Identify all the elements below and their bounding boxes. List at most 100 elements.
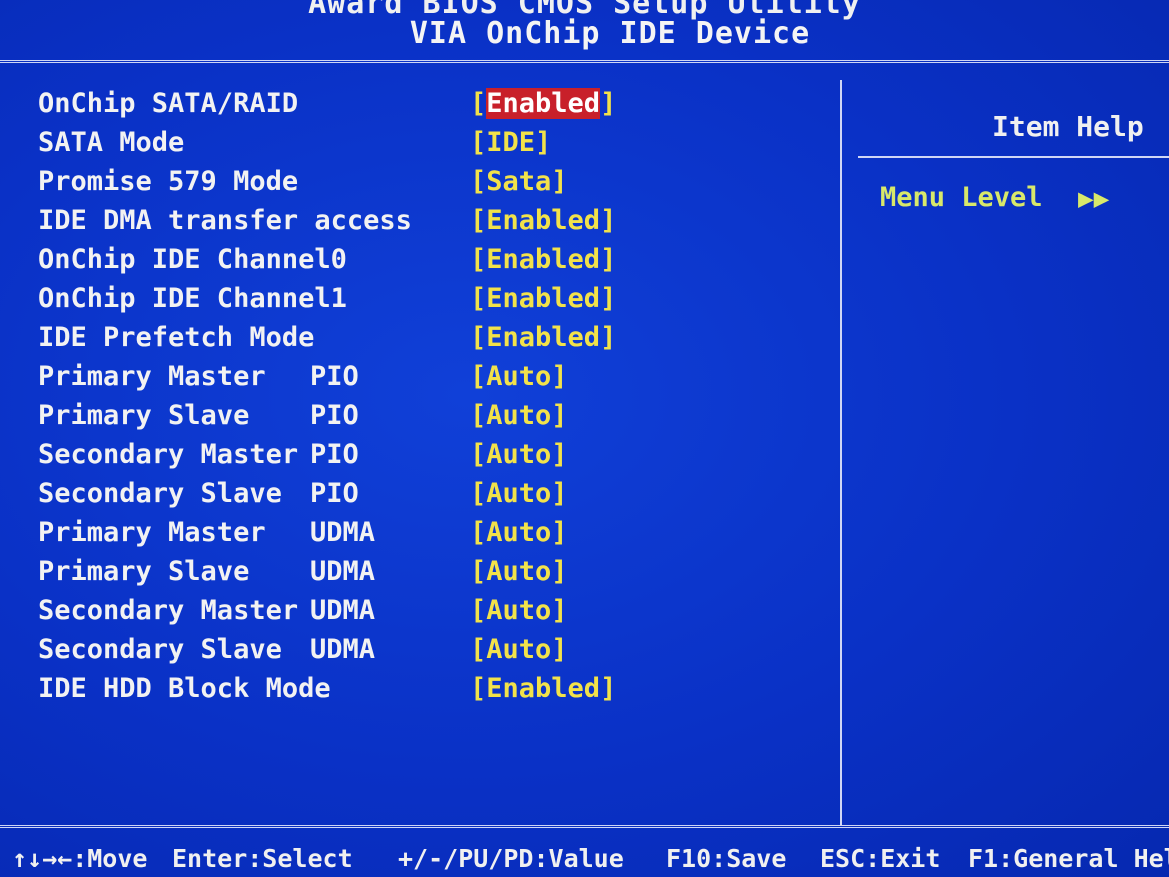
value-bracket-close: ] bbox=[551, 595, 568, 626]
setting-value[interactable]: [Enabled] bbox=[470, 322, 616, 353]
value-bracket-close: ] bbox=[551, 556, 568, 587]
page-title: VIA OnChip IDE Device bbox=[409, 16, 811, 51]
value-bracket-open: [ bbox=[470, 400, 487, 431]
footer-help: F1:General Help bbox=[968, 844, 1169, 873]
setting-value[interactable]: [Auto] bbox=[470, 517, 568, 548]
setting-value[interactable]: [Enabled] bbox=[470, 88, 616, 119]
setting-value[interactable]: [Auto] bbox=[470, 439, 568, 470]
menu-level-label: Menu Level bbox=[880, 182, 1043, 213]
setting-label: Secondary Slave bbox=[38, 634, 282, 665]
footer-exit: ESC:Exit bbox=[820, 844, 941, 873]
value-text: Auto bbox=[486, 478, 552, 509]
setting-label: OnChip IDE Channel1 bbox=[38, 283, 347, 314]
value-bracket-close: ] bbox=[600, 244, 617, 275]
setting-row[interactable]: Secondary Slave PIO [Auto] bbox=[38, 478, 638, 514]
value-bracket-open: [ bbox=[470, 673, 487, 704]
value-bracket-open: [ bbox=[470, 634, 487, 665]
setting-row[interactable]: OnChip IDE Channel0 [Enabled] bbox=[38, 244, 638, 280]
setting-label: OnChip IDE Channel0 bbox=[38, 244, 347, 275]
value-bracket-open: [ bbox=[470, 439, 487, 470]
setting-row[interactable]: Promise 579 Mode [Sata] bbox=[38, 166, 638, 202]
value-bracket-close: ] bbox=[535, 127, 552, 158]
setting-value[interactable]: [IDE] bbox=[470, 127, 551, 158]
setting-mode-suffix: PIO bbox=[310, 400, 359, 431]
value-bracket-close: ] bbox=[551, 517, 568, 548]
setting-value[interactable]: [Auto] bbox=[470, 478, 568, 509]
bios-screen: Award BIOS CMOS Setup Utility VIA OnChip… bbox=[0, 0, 1169, 877]
value-bracket-open: [ bbox=[470, 361, 487, 392]
value-bracket-open: [ bbox=[470, 556, 487, 587]
setting-value[interactable]: [Enabled] bbox=[470, 244, 616, 275]
setting-mode-suffix: UDMA bbox=[310, 634, 376, 665]
setting-mode-suffix: PIO bbox=[310, 439, 359, 470]
setting-mode-suffix: UDMA bbox=[310, 517, 376, 548]
value-bracket-close: ] bbox=[551, 634, 568, 665]
value-text: Enabled bbox=[486, 322, 601, 353]
value-bracket-open: [ bbox=[470, 166, 487, 197]
setting-value[interactable]: [Enabled] bbox=[470, 673, 616, 704]
selected-value-text: Enabled bbox=[486, 88, 601, 119]
value-text: Auto bbox=[486, 595, 552, 626]
value-text: Enabled bbox=[486, 205, 601, 236]
value-bracket-close: ] bbox=[551, 478, 568, 509]
setting-value[interactable]: [Auto] bbox=[470, 400, 568, 431]
footer-move: ↑↓→←:Move bbox=[12, 844, 148, 873]
help-divider bbox=[858, 156, 1169, 158]
setting-label: IDE Prefetch Mode bbox=[38, 322, 315, 353]
panel-divider bbox=[840, 80, 842, 825]
value-bracket-close: ] bbox=[551, 439, 568, 470]
value-text: Auto bbox=[486, 517, 552, 548]
footer-save: F10:Save bbox=[666, 844, 787, 873]
setting-value[interactable]: [Auto] bbox=[470, 595, 568, 626]
setting-mode-suffix: UDMA bbox=[310, 556, 376, 587]
footer-value: +/-/PU/PD:Value bbox=[398, 844, 624, 873]
value-bracket-close: ] bbox=[551, 361, 568, 392]
setting-row[interactable]: OnChip IDE Channel1 [Enabled] bbox=[38, 283, 638, 319]
value-bracket-open: [ bbox=[470, 283, 487, 314]
value-text: Sata bbox=[486, 166, 552, 197]
value-text: Auto bbox=[486, 400, 552, 431]
value-text: Enabled bbox=[486, 283, 601, 314]
setting-row[interactable]: Primary Master UDMA [Auto] bbox=[38, 517, 638, 553]
setting-row[interactable]: Primary Master PIO [Auto] bbox=[38, 361, 638, 397]
value-bracket-close: ] bbox=[600, 283, 617, 314]
setting-row[interactable]: Primary Slave PIO [Auto] bbox=[38, 400, 638, 436]
value-bracket-open: [ bbox=[470, 244, 487, 275]
setting-row[interactable]: OnChip SATA/RAID [Enabled] bbox=[38, 88, 638, 124]
footer-keys: ↑↓→←:Move Enter:Select +/-/PU/PD:Value F… bbox=[0, 838, 1169, 877]
setting-value[interactable]: [Enabled] bbox=[470, 283, 616, 314]
setting-row[interactable]: SATA Mode [IDE] bbox=[38, 127, 638, 163]
setting-value[interactable]: [Enabled] bbox=[470, 205, 616, 236]
setting-row[interactable]: Secondary Master UDMA [Auto] bbox=[38, 595, 638, 631]
setting-label: OnChip SATA/RAID bbox=[38, 88, 299, 119]
value-bracket-open: [ bbox=[470, 205, 487, 236]
setting-row[interactable]: IDE DMA transfer access [Enabled] bbox=[38, 205, 638, 241]
value-bracket-open: [ bbox=[470, 595, 487, 626]
setting-label: IDE DMA transfer access bbox=[38, 205, 412, 236]
setting-row[interactable]: Secondary Master PIO [Auto] bbox=[38, 439, 638, 475]
item-help-title: Item Help bbox=[992, 110, 1144, 143]
setting-value[interactable]: [Auto] bbox=[470, 556, 568, 587]
value-bracket-open: [ bbox=[470, 478, 487, 509]
setting-row[interactable]: IDE Prefetch Mode [Enabled] bbox=[38, 322, 638, 358]
setting-row[interactable]: Primary Slave UDMA [Auto] bbox=[38, 556, 638, 592]
setting-row[interactable]: IDE HDD Block Mode [Enabled] bbox=[38, 673, 638, 709]
value-bracket-open: [ bbox=[470, 517, 487, 548]
menu-level-arrows-icon: ▶▶ bbox=[1078, 184, 1110, 214]
setting-row[interactable]: Secondary Slave UDMA [Auto] bbox=[38, 634, 638, 670]
value-bracket-close: ] bbox=[551, 400, 568, 431]
setting-mode-suffix: PIO bbox=[310, 478, 359, 509]
value-text: Enabled bbox=[486, 244, 601, 275]
setting-label: SATA Mode bbox=[38, 127, 185, 158]
setting-label: Primary Master bbox=[38, 517, 266, 548]
setting-label: Primary Slave bbox=[38, 556, 250, 587]
setting-value[interactable]: [Auto] bbox=[470, 634, 568, 665]
value-bracket-open: [ bbox=[470, 322, 487, 353]
value-text: IDE bbox=[486, 127, 536, 158]
setting-label: Primary Slave bbox=[38, 400, 250, 431]
setting-value[interactable]: [Auto] bbox=[470, 361, 568, 392]
setting-label: Secondary Master bbox=[38, 439, 299, 470]
value-text: Auto bbox=[486, 634, 552, 665]
setting-value[interactable]: [Sata] bbox=[470, 166, 568, 197]
setting-label: Secondary Slave bbox=[38, 478, 282, 509]
